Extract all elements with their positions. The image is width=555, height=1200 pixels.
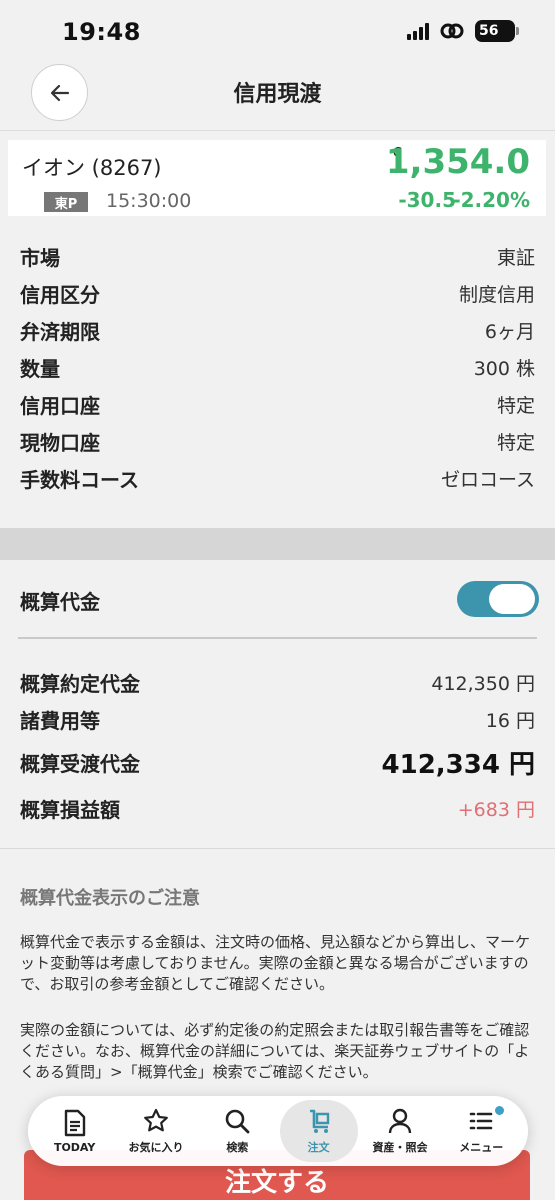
info-row-cash-account: 現物口座 特定 — [20, 423, 535, 460]
price-change-percent: -2.20% — [452, 188, 530, 212]
info-row-fee-course: 手数料コース ゼロコース — [20, 460, 535, 497]
search-icon — [226, 1109, 250, 1134]
notification-dot — [495, 1106, 505, 1115]
menu-icon — [469, 1112, 493, 1130]
info-value: 制度信用 — [458, 284, 535, 306]
calc-value-total: 412,334 円 — [381, 749, 535, 780]
info-label: 市場 — [20, 246, 60, 270]
info-label: 手数料コース — [20, 468, 139, 492]
info-label: 数量 — [20, 357, 60, 381]
document-icon — [64, 1109, 85, 1136]
battery-icon: 56 — [475, 20, 519, 42]
status-icons: 56 — [407, 20, 519, 42]
info-value: 6ヶ月 — [484, 321, 535, 343]
info-row-credit-account: 信用口座 特定 — [20, 386, 535, 423]
calc-value: 16 円 — [485, 709, 535, 732]
price-change: -30.5 — [398, 188, 456, 212]
info-value: ゼロコース — [440, 469, 535, 491]
notice-paragraph: 実際の金額については、必ず約定後の約定照会または取引報告書等をご確認ください。な… — [20, 1021, 530, 1081]
header-divider — [0, 130, 555, 131]
link-icon — [440, 23, 464, 39]
estimate-toggle-label: 概算代金 — [20, 590, 100, 614]
header: 信用現渡 — [0, 64, 555, 130]
calc-value-profit: +683 円 — [457, 798, 535, 821]
info-label: 現物口座 — [20, 431, 100, 455]
estimate-toggle[interactable] — [457, 581, 539, 617]
bottom-nav: TODAY お気に入り 検索 注文 資産・照会 メニュー — [28, 1096, 528, 1166]
info-value: 特定 — [496, 432, 535, 454]
person-icon — [388, 1108, 412, 1134]
divider — [18, 637, 537, 639]
order-info-section: 市場 東証 信用区分 制度信用 弁済期限 6ヶ月 数量 300 株 信用口座 特… — [0, 226, 555, 528]
stock-price: 1,354.0 — [385, 142, 530, 182]
info-value: 東証 — [496, 247, 535, 269]
calc-label: 概算損益額 — [20, 797, 120, 822]
battery-level: 56 — [479, 23, 499, 39]
calc-row-fees: 諸費用等 16 円 — [20, 701, 535, 737]
nav-label: 資産・照会 — [372, 1141, 428, 1154]
info-value: 特定 — [496, 395, 535, 417]
calc-row-execution-amount: 概算約定代金 412,350 円 — [20, 664, 535, 700]
nav-item-menu[interactable]: メニュー — [442, 1100, 520, 1162]
notice-title: 概算代金表示のご注意 — [20, 888, 200, 909]
calc-row-settlement-amount: 概算受渡代金 412,334 円 — [20, 744, 535, 780]
nav-label: 検索 — [226, 1141, 249, 1154]
divider — [0, 848, 555, 849]
info-row-market: 市場 東証 — [20, 238, 535, 275]
signal-icon — [407, 22, 429, 40]
nav-item-assets[interactable]: 資産・照会 — [361, 1100, 439, 1162]
nav-item-search[interactable]: 検索 — [198, 1100, 276, 1162]
nav-item-order[interactable]: 注文 — [279, 1100, 358, 1162]
nav-item-today[interactable]: TODAY — [36, 1100, 114, 1162]
calc-label: 概算受渡代金 — [20, 751, 140, 776]
calc-value: 412,350 円 — [431, 672, 535, 695]
toggle-knob — [489, 584, 535, 614]
notice-paragraph: 概算代金で表示する金額は、注文時の価格、見込額などから算出し、マーケット変動等は… — [20, 933, 531, 993]
nav-label: メニュー — [459, 1141, 504, 1154]
info-row-credit-type: 信用区分 制度信用 — [20, 275, 535, 312]
star-icon — [144, 1108, 168, 1132]
section-separator — [0, 528, 555, 560]
info-label: 信用区分 — [20, 283, 100, 307]
nav-label: 注文 — [307, 1141, 330, 1154]
info-row-quantity: 数量 300 株 — [20, 349, 535, 386]
page-title: 信用現渡 — [233, 82, 322, 107]
info-row-repayment-period: 弁済期限 6ヶ月 — [20, 312, 535, 349]
calc-label: 諸費用等 — [20, 708, 100, 733]
info-label: 弁済期限 — [20, 320, 100, 344]
nav-item-favorites[interactable]: お気に入り — [117, 1100, 195, 1162]
status-time: 19:48 — [62, 18, 141, 46]
market-badge: 東P — [44, 192, 88, 212]
info-value: 300 株 — [473, 358, 535, 380]
stock-card: イオン (8267) 東P 15:30:00 C 1,354.0 -30.5 -… — [8, 140, 546, 216]
nav-label: TODAY — [53, 1140, 96, 1154]
stock-time: 15:30:00 — [106, 190, 192, 212]
cart-icon — [309, 1109, 329, 1133]
calc-label: 概算約定代金 — [20, 671, 140, 696]
status-bar: 19:48 56 — [0, 0, 555, 64]
calc-row-profit-loss: 概算損益額 +683 円 — [20, 790, 535, 826]
nav-label: お気に入り — [128, 1141, 184, 1154]
info-label: 信用口座 — [20, 394, 100, 418]
stock-name: イオン (8267) — [22, 156, 162, 180]
